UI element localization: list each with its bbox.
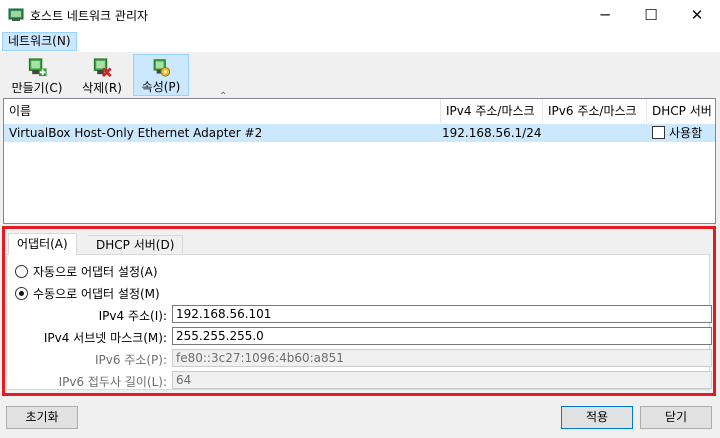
tab-dhcp-server[interactable]: DHCP 서버(D) bbox=[88, 235, 184, 255]
ipv6-prefix-row: IPv6 접두사 길이(L): 64 bbox=[7, 371, 712, 391]
properties-button[interactable]: 속성(P) bbox=[133, 54, 189, 96]
adapter-tab-panel: 자동으로 어댑터 설정(A) 수동으로 어댑터 설정(M) IPv4 주소(I)… bbox=[6, 255, 712, 391]
network-manager-icon bbox=[8, 8, 24, 21]
auto-config-label: 자동으로 어댑터 설정(A) bbox=[33, 265, 158, 279]
adapter-list[interactable]: ⌃ 이름 IPv4 주소/마스크 IPv6 주소/마스크 DHCP 서버 Vir… bbox=[3, 91, 716, 224]
create-label: 만들기(C) bbox=[11, 81, 63, 95]
column-header-name[interactable]: 이름 bbox=[4, 99, 441, 123]
ipv6-address-row: IPv6 주소(P): fe80::3c27:1096:4b60:a851 bbox=[7, 349, 712, 369]
menu-network[interactable]: 네트워크(N) bbox=[2, 32, 77, 51]
properties-label: 속성(P) bbox=[141, 80, 181, 94]
reset-button[interactable]: 초기화 bbox=[6, 406, 78, 429]
adapter-ipv6 bbox=[543, 124, 647, 142]
menu-bar: 네트워크(N) bbox=[0, 30, 720, 52]
auto-config-radio[interactable]: 자동으로 어댑터 설정(A) bbox=[15, 263, 158, 280]
remove-network-icon bbox=[93, 58, 112, 78]
ipv4-mask-label: IPv4 서브넷 마스크(M): bbox=[43, 331, 167, 345]
ipv4-address-row: IPv4 주소(I): 192.168.56.101 bbox=[7, 305, 712, 325]
column-header-ipv4[interactable]: IPv4 주소/마스크 bbox=[441, 99, 543, 123]
create-button[interactable]: 만들기(C) bbox=[6, 54, 68, 96]
ipv6-prefix-label: IPv6 접두사 길이(L): bbox=[58, 375, 167, 389]
ipv4-address-input[interactable]: 192.168.56.101 bbox=[172, 305, 712, 323]
manual-config-label: 수동으로 어댑터 설정(M) bbox=[33, 287, 160, 301]
toolbar: 만들기(C) 삭제(R) 속성(P) bbox=[0, 52, 720, 96]
ipv6-address-input: fe80::3c27:1096:4b60:a851 bbox=[172, 349, 712, 367]
create-network-icon bbox=[28, 58, 47, 77]
ipv4-address-label: IPv4 주소(I): bbox=[98, 309, 167, 323]
ipv6-address-label: IPv6 주소(P): bbox=[94, 353, 167, 367]
ipv6-prefix-input: 64 bbox=[172, 371, 712, 389]
dhcp-enabled-label: 사용함 bbox=[669, 126, 703, 140]
close-button[interactable]: 닫기 bbox=[640, 406, 712, 429]
adapter-name: VirtualBox Host-Only Ethernet Adapter #2 bbox=[9, 126, 263, 140]
maximize-button[interactable]: ☐ bbox=[628, 0, 674, 30]
remove-button[interactable]: 삭제(R) bbox=[76, 54, 128, 96]
tab-adapter[interactable]: 어댑터(A) bbox=[8, 233, 77, 256]
remove-label: 삭제(R) bbox=[82, 81, 122, 95]
checkbox-box bbox=[652, 126, 665, 139]
adapter-ipv4: 192.168.56.1/24 bbox=[442, 126, 542, 140]
radio-on-icon bbox=[15, 287, 28, 300]
radio-off-icon bbox=[15, 265, 28, 278]
ipv4-mask-input[interactable]: 255.255.255.0 bbox=[172, 327, 712, 345]
tab-strip: 어댑터(A) DHCP 서버(D) bbox=[6, 233, 710, 256]
minimize-button[interactable]: ─ bbox=[582, 0, 628, 30]
ipv4-mask-row: IPv4 서브넷 마스크(M): 255.255.255.0 bbox=[7, 327, 712, 347]
column-header-dhcp[interactable]: DHCP 서버 bbox=[647, 99, 715, 123]
dhcp-enabled-checkbox[interactable]: 사용함 bbox=[647, 124, 715, 142]
column-header-ipv6[interactable]: IPv6 주소/마스크 bbox=[543, 99, 647, 123]
table-row[interactable]: VirtualBox Host-Only Ethernet Adapter #2… bbox=[4, 124, 715, 142]
close-window-button[interactable]: ✕ bbox=[674, 0, 720, 30]
apply-button[interactable]: 적용 bbox=[561, 406, 633, 429]
title-bar: 호스트 네트워크 관리자 ─ ☐ ✕ bbox=[0, 0, 720, 30]
properties-network-icon bbox=[153, 59, 171, 77]
manual-config-radio[interactable]: 수동으로 어댑터 설정(M) bbox=[15, 285, 160, 302]
window-title: 호스트 네트워크 관리자 bbox=[30, 9, 149, 23]
